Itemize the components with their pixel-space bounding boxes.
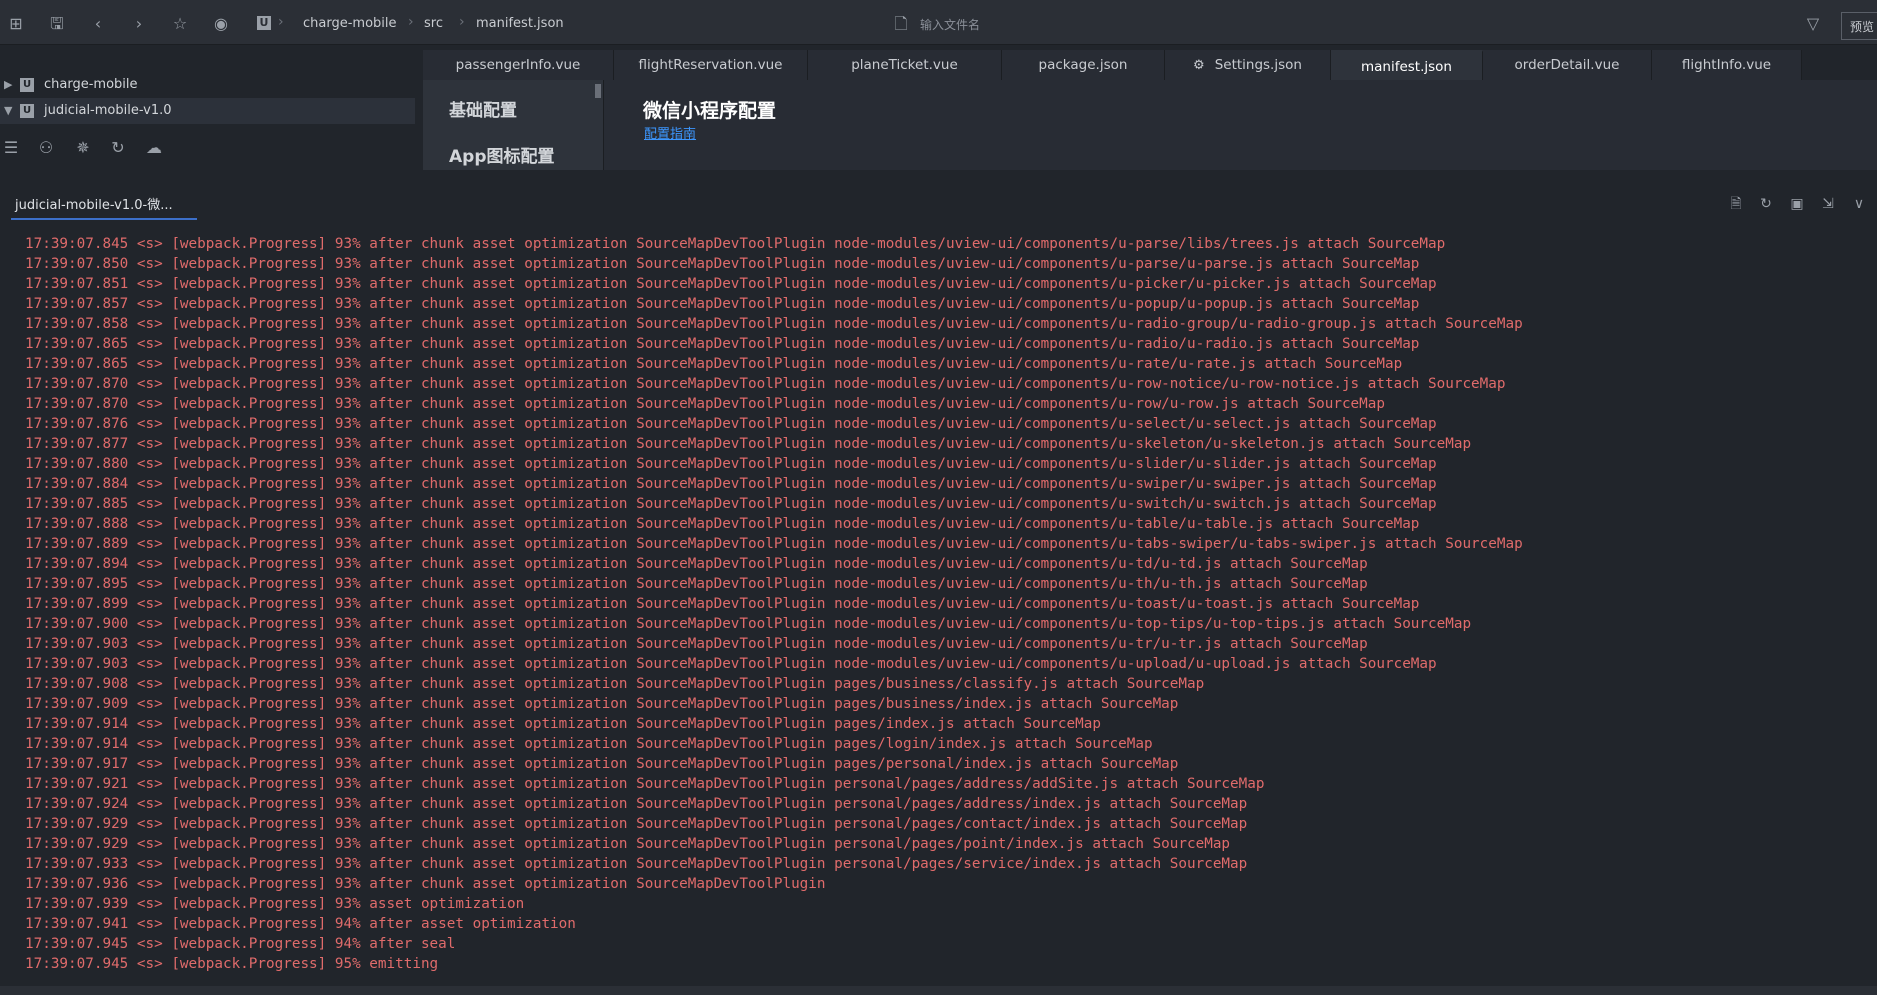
console-line: 17:39:07.945 <s> [webpack.Progress] 94% … <box>25 936 456 952</box>
console-line: 17:39:07.908 <s> [webpack.Progress] 93% … <box>25 676 1205 692</box>
project-explorer: ▶ U charge-mobile ▼ U judicial-mobile-v1… <box>0 45 423 170</box>
console-line: 17:39:07.865 <s> [webpack.Progress] 93% … <box>25 356 1403 372</box>
forward-icon[interactable]: › <box>129 14 149 34</box>
tab-flightinfo[interactable]: flightInfo.vue <box>1652 50 1802 80</box>
breadcrumb-project[interactable]: charge-mobile <box>303 16 397 31</box>
breadcrumb-separator-icon: › <box>408 14 414 30</box>
new-file-icon[interactable]: ⊞ <box>6 14 26 34</box>
file-search-input[interactable] <box>918 12 1222 38</box>
breadcrumb-separator-icon: › <box>459 14 465 30</box>
tab-orderdetail[interactable]: orderDetail.vue <box>1483 50 1652 80</box>
open-log-icon[interactable]: 🗎 <box>1726 194 1746 214</box>
project-logo-icon: U <box>20 104 34 118</box>
run-icon[interactable]: ◉ <box>211 14 231 34</box>
file-search-icon: 🗋 <box>894 14 908 33</box>
config-nav: 基础配置 App图标配置 <box>423 80 604 170</box>
cloud-icon[interactable]: ☁ <box>143 137 165 159</box>
binoculars-icon[interactable]: ⚇ <box>35 137 57 159</box>
console-line: 17:39:07.929 <s> [webpack.Progress] 93% … <box>25 836 1231 852</box>
editor-tabs: passengerInfo.vue flightReservation.vue … <box>423 50 1877 82</box>
project-label: charge-mobile <box>44 77 138 92</box>
console-line: 17:39:07.899 <s> [webpack.Progress] 93% … <box>25 596 1420 612</box>
project-logo-icon: U <box>20 78 34 92</box>
console-line: 17:39:07.857 <s> [webpack.Progress] 93% … <box>25 296 1420 312</box>
console-line: 17:39:07.939 <s> [webpack.Progress] 93% … <box>25 896 525 912</box>
console-line: 17:39:07.909 <s> [webpack.Progress] 93% … <box>25 696 1179 712</box>
console-line: 17:39:07.924 <s> [webpack.Progress] 93% … <box>25 796 1248 812</box>
tab-settings[interactable]: ⚙ Settings.json <box>1165 50 1331 80</box>
console-line: 17:39:07.870 <s> [webpack.Progress] 93% … <box>25 376 1506 392</box>
status-bar <box>0 986 1877 995</box>
back-icon[interactable]: ‹ <box>88 14 108 34</box>
project-logo-icon: U <box>257 16 271 30</box>
breadcrumb-separator-icon: › <box>278 14 284 30</box>
console-line: 17:39:07.888 <s> [webpack.Progress] 93% … <box>25 516 1420 532</box>
console-tab[interactable]: judicial-mobile-v1.0-微... <box>11 194 197 220</box>
console-line: 17:39:07.877 <s> [webpack.Progress] 93% … <box>25 436 1472 452</box>
console-line: 17:39:07.876 <s> [webpack.Progress] 93% … <box>25 416 1437 432</box>
console-line: 17:39:07.889 <s> [webpack.Progress] 93% … <box>25 536 1523 552</box>
breadcrumb-folder[interactable]: src <box>424 16 443 31</box>
bug-icon[interactable]: ✵ <box>72 137 94 159</box>
console-line: 17:39:07.921 <s> [webpack.Progress] 93% … <box>25 776 1265 792</box>
git-icon[interactable]: ↻ <box>107 137 129 159</box>
console-line: 17:39:07.945 <s> [webpack.Progress] 95% … <box>25 956 439 972</box>
project-item-judicial-mobile[interactable]: ▼ U judicial-mobile-v1.0 <box>0 98 415 124</box>
console-line: 17:39:07.885 <s> [webpack.Progress] 93% … <box>25 496 1437 512</box>
console-line: 17:39:07.914 <s> [webpack.Progress] 93% … <box>25 736 1153 752</box>
preview-button[interactable]: 预览 <box>1841 12 1877 40</box>
console-line: 17:39:07.914 <s> [webpack.Progress] 93% … <box>25 716 1101 732</box>
config-section-title: 微信小程序配置 <box>643 100 777 122</box>
console-line: 17:39:07.917 <s> [webpack.Progress] 93% … <box>25 756 1179 772</box>
tab-package[interactable]: package.json <box>1002 50 1165 80</box>
gear-icon: ⚙ <box>1193 58 1205 73</box>
chevron-down-icon[interactable]: ∨ <box>1849 194 1869 214</box>
tab-flightreservation[interactable]: flightReservation.vue <box>614 50 808 80</box>
console-line: 17:39:07.850 <s> [webpack.Progress] 93% … <box>25 256 1420 272</box>
console-line: 17:39:07.865 <s> [webpack.Progress] 93% … <box>25 336 1420 352</box>
console-line: 17:39:07.903 <s> [webpack.Progress] 93% … <box>25 656 1437 672</box>
console-line: 17:39:07.851 <s> [webpack.Progress] 93% … <box>25 276 1437 292</box>
console-line: 17:39:07.933 <s> [webpack.Progress] 93% … <box>25 856 1248 872</box>
console-line: 17:39:07.895 <s> [webpack.Progress] 93% … <box>25 576 1368 592</box>
config-nav-basic[interactable]: 基础配置 <box>449 96 517 121</box>
tab-planeticket[interactable]: planeTicket.vue <box>808 50 1002 80</box>
export-icon[interactable]: ⇲ <box>1818 194 1838 214</box>
toolbar: ⊞ 🖫 ‹ › ☆ ◉ U › charge-mobile › src › ma… <box>0 4 1877 45</box>
console-output[interactable]: 17:39:07.845 <s> [webpack.Progress] 93% … <box>0 234 1877 986</box>
tab-manifest[interactable]: manifest.json <box>1331 50 1483 82</box>
star-icon[interactable]: ☆ <box>170 14 190 34</box>
tab-label: Settings.json <box>1214 57 1302 73</box>
project-label: judicial-mobile-v1.0 <box>44 103 172 118</box>
save-icon[interactable]: 🖫 <box>47 14 67 34</box>
console-line: 17:39:07.858 <s> [webpack.Progress] 93% … <box>25 316 1523 332</box>
file-list-icon[interactable]: ☰ <box>0 137 22 159</box>
restart-icon[interactable]: ↻ <box>1756 194 1776 214</box>
breadcrumb-file[interactable]: manifest.json <box>476 16 564 31</box>
console-line: 17:39:07.936 <s> [webpack.Progress] 93% … <box>25 876 826 892</box>
console-line: 17:39:07.845 <s> [webpack.Progress] 93% … <box>25 236 1446 252</box>
console-header: judicial-mobile-v1.0-微... 🗎 ↻ ▣ ⇲ ∨ <box>0 190 1877 224</box>
config-nav-app-icon[interactable]: App图标配置 <box>449 142 555 167</box>
chevron-right-icon[interactable]: ▶ <box>4 72 12 98</box>
console-line: 17:39:07.900 <s> [webpack.Progress] 93% … <box>25 616 1472 632</box>
manifest-editor: 基础配置 App图标配置 微信小程序配置 配置指南 <box>423 80 1877 170</box>
console-line: 17:39:07.894 <s> [webpack.Progress] 93% … <box>25 556 1368 572</box>
filter-icon[interactable]: ▽ <box>1803 14 1823 34</box>
config-nav-scrollbar[interactable] <box>595 84 601 98</box>
stop-icon[interactable]: ▣ <box>1787 194 1807 214</box>
console-line: 17:39:07.929 <s> [webpack.Progress] 93% … <box>25 816 1248 832</box>
project-item-charge-mobile[interactable]: ▶ U charge-mobile <box>0 72 415 98</box>
config-guide-link[interactable]: 配置指南 <box>644 123 696 142</box>
console-line: 17:39:07.903 <s> [webpack.Progress] 93% … <box>25 636 1368 652</box>
console-line: 17:39:07.870 <s> [webpack.Progress] 93% … <box>25 396 1385 412</box>
tab-passengerinfo[interactable]: passengerInfo.vue <box>423 50 614 80</box>
chevron-down-icon[interactable]: ▼ <box>4 98 12 124</box>
console-line: 17:39:07.884 <s> [webpack.Progress] 93% … <box>25 476 1437 492</box>
console-line: 17:39:07.941 <s> [webpack.Progress] 94% … <box>25 916 576 932</box>
console-line: 17:39:07.880 <s> [webpack.Progress] 93% … <box>25 456 1437 472</box>
